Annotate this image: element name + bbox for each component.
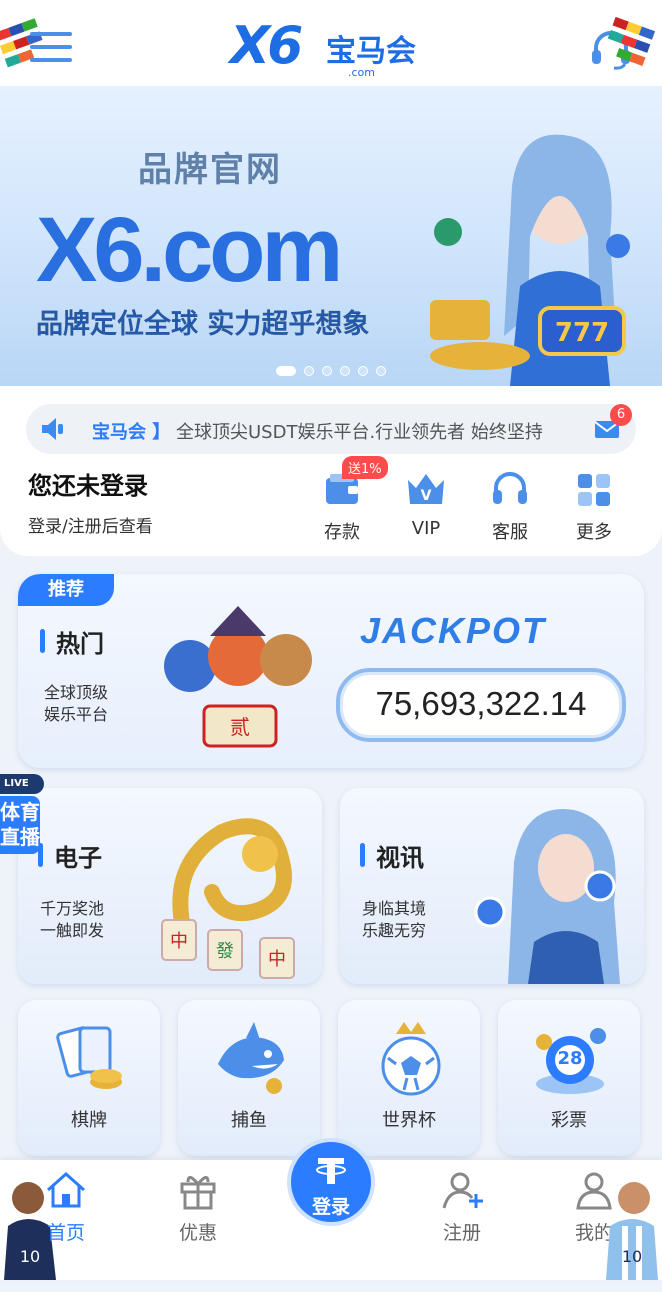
crown-icon: V bbox=[408, 474, 444, 504]
deposit-label: 存款 bbox=[324, 522, 360, 543]
carousel-dot[interactable] bbox=[340, 366, 350, 376]
pirate-characters-illustration: 贰 bbox=[154, 596, 324, 766]
jackpot-counter: 75,693,322.14 bbox=[336, 668, 626, 742]
hot-subtitle-line1: 全球顶级 bbox=[44, 683, 109, 702]
hot-title: 热门 bbox=[40, 624, 104, 659]
playing-cards-icon bbox=[54, 1022, 128, 1100]
svg-text:贰: 贰 bbox=[230, 715, 250, 739]
login-status-title[interactable]: 您还未登录 bbox=[28, 466, 148, 501]
user-card: 宝马会 】 全球顶尖USDT娱乐平台.行业领先者 始终坚持 6 您还未登录 登录… bbox=[0, 386, 662, 556]
card-games-label: 棋牌 bbox=[71, 1110, 107, 1131]
electronic-title: 电子 bbox=[38, 838, 102, 873]
svg-text:10: 10 bbox=[622, 1247, 642, 1266]
login-status-subtitle[interactable]: 登录/注册后查看 bbox=[28, 512, 153, 537]
fishing-card[interactable]: 捕鱼 bbox=[178, 1000, 320, 1156]
deposit-button[interactable]: 存款 bbox=[310, 468, 374, 548]
login-fab-label: 登录 bbox=[311, 1196, 350, 1218]
carousel-dot[interactable] bbox=[276, 366, 296, 376]
banner-tagline: 品牌官网 bbox=[138, 150, 282, 190]
video-title: 视讯 bbox=[360, 838, 424, 873]
lottery-ball-icon: 28 bbox=[528, 1020, 612, 1102]
logo-x6: X6 bbox=[230, 16, 303, 76]
hot-subtitle: 全球顶级 娱乐平台 bbox=[44, 682, 108, 726]
service-label: 客服 bbox=[492, 522, 528, 543]
nav-promo-label: 优惠 bbox=[178, 1222, 217, 1244]
carousel-dot[interactable] bbox=[376, 366, 386, 376]
home-icon bbox=[47, 1171, 85, 1208]
svg-text:10: 10 bbox=[20, 1247, 40, 1266]
more-button[interactable]: 更多 bbox=[562, 468, 626, 548]
jackpot-value: 75,693,322.14 bbox=[375, 685, 587, 722]
soccer-ball-icon bbox=[374, 1018, 448, 1102]
gift-icon bbox=[180, 1176, 216, 1210]
logo-com: .com bbox=[348, 66, 375, 79]
hot-games-card[interactable]: 推荐 热门 全球顶级 娱乐平台 贰 JACKPOT 75,693,322.14 bbox=[18, 574, 644, 768]
electronic-subtitle: 千万奖池 一触即发 bbox=[40, 898, 104, 942]
player-illustration-right: 10 bbox=[602, 1172, 662, 1292]
video-subtitle-line1: 身临其境 bbox=[362, 899, 427, 918]
svg-text:發: 發 bbox=[216, 941, 234, 962]
nav-promo[interactable]: 优惠 bbox=[158, 1170, 238, 1245]
jackpot-title: JACKPOT bbox=[360, 610, 547, 651]
card-games-card[interactable]: 棋牌 bbox=[18, 1000, 160, 1156]
electronic-subtitle-line1: 千万奖池 bbox=[40, 899, 105, 918]
flags-decoration bbox=[602, 16, 662, 68]
svg-text:777: 777 bbox=[555, 318, 609, 348]
svg-text:中: 中 bbox=[268, 949, 286, 970]
nav-home-label: 首页 bbox=[46, 1222, 85, 1244]
world-cup-card[interactable]: 世界杯 bbox=[338, 1000, 480, 1156]
notice-bar[interactable]: 宝马会 】 全球顶尖USDT娱乐平台.行业领先者 始终坚持 6 bbox=[26, 404, 636, 454]
carousel-dots bbox=[276, 366, 386, 376]
dealer-illustration bbox=[474, 802, 634, 984]
logo-cn: 宝马会 bbox=[326, 34, 416, 69]
grid-icon bbox=[578, 474, 610, 506]
nav-home[interactable]: 首页 bbox=[26, 1170, 106, 1245]
more-label: 更多 bbox=[576, 522, 612, 543]
hot-subtitle-line2: 娱乐平台 bbox=[44, 705, 109, 724]
fishing-label: 捕鱼 bbox=[231, 1110, 267, 1131]
add-user-icon bbox=[442, 1172, 483, 1209]
live-video-card[interactable]: 视讯 身临其境 乐趣无穷 bbox=[340, 788, 644, 984]
live-tag: LIVE bbox=[0, 774, 44, 794]
carousel-dot[interactable] bbox=[322, 366, 332, 376]
sports-live-tab[interactable]: LIVE 体育直播 bbox=[0, 774, 44, 902]
nav-register-label: 注册 bbox=[442, 1222, 481, 1244]
vip-button[interactable]: V VIP bbox=[394, 468, 458, 548]
shark-icon bbox=[212, 1020, 290, 1102]
electronic-subtitle-line2: 一触即发 bbox=[40, 921, 105, 940]
banner-model-illustration: 777 bbox=[420, 116, 662, 386]
svg-text:V: V bbox=[421, 488, 432, 504]
sports-live-label: 体育直播 bbox=[0, 796, 40, 854]
banner-slogan-wrap: 品牌定位全球 实力超乎想象 bbox=[30, 300, 375, 343]
promo-banner[interactable]: 品牌官网 X6.com 品牌定位全球 实力超乎想象 777 bbox=[0, 86, 662, 386]
brand-logo[interactable]: X6 宝马会 .com bbox=[230, 16, 440, 82]
lottery-label: 彩票 bbox=[551, 1110, 587, 1131]
banner-slogan: 品牌定位全球 实力超乎想象 bbox=[36, 302, 369, 341]
speaker-icon bbox=[40, 416, 66, 442]
headset-icon bbox=[493, 472, 527, 504]
lottery-card[interactable]: 28 彩票 bbox=[498, 1000, 640, 1156]
banner-url: X6.com bbox=[36, 199, 343, 301]
dragon-illustration: 中 發 中 bbox=[142, 802, 312, 982]
service-button[interactable]: 客服 bbox=[478, 468, 542, 548]
svg-text:中: 中 bbox=[170, 931, 188, 952]
world-cup-label: 世界杯 bbox=[382, 1110, 436, 1131]
video-subtitle: 身临其境 乐趣无穷 bbox=[362, 898, 426, 942]
tether-icon bbox=[316, 1158, 346, 1184]
menu-icon[interactable] bbox=[30, 32, 72, 66]
notice-text: 全球顶尖USDT娱乐平台.行业领先者 始终坚持 bbox=[176, 422, 543, 443]
notice-brand: 宝马会 】 bbox=[92, 422, 171, 443]
carousel-dot[interactable] bbox=[358, 366, 368, 376]
electronic-games-card[interactable]: 电子 千万奖池 一触即发 中 發 中 bbox=[18, 788, 322, 984]
deposit-bonus-badge: 送1% bbox=[342, 456, 388, 479]
video-subtitle-line2: 乐趣无穷 bbox=[362, 921, 427, 940]
recommend-tag: 推荐 bbox=[18, 574, 114, 606]
nav-register[interactable]: 注册 bbox=[422, 1170, 502, 1245]
mail-badge: 6 bbox=[610, 404, 632, 426]
vip-label: VIP bbox=[411, 518, 441, 539]
top-header: X6 宝马会 .com bbox=[0, 0, 662, 86]
carousel-dot[interactable] bbox=[304, 366, 314, 376]
login-fab-button[interactable]: 登录 bbox=[287, 1138, 375, 1226]
lottery-ball-number: 28 bbox=[557, 1048, 583, 1069]
